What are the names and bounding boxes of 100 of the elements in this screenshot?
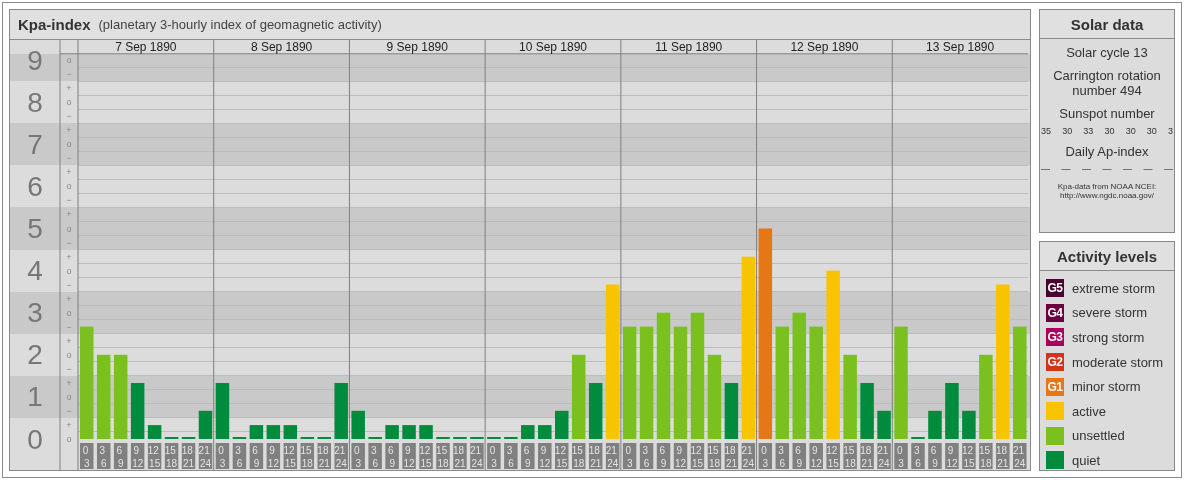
kp-axis-label: 5 — [27, 213, 43, 244]
hour-range-label: 3 6 — [504, 443, 518, 469]
kp-minor-tick-label: − — [66, 153, 72, 164]
hour-range-label: 9 12 — [538, 443, 552, 469]
sunspot-label: Sunspot number — [1059, 106, 1155, 121]
hour-range-label: 0 3 — [487, 443, 501, 469]
hour-range-label: 15 18 — [571, 443, 586, 469]
kp-minor-tick-label: − — [66, 195, 72, 206]
kp-minor-tick-label: + — [66, 419, 72, 430]
level-label: active — [1072, 403, 1106, 419]
ap-index-value: — — [1061, 164, 1071, 174]
hour-range-label: 9 12 — [130, 443, 145, 469]
level-label: severe storm — [1072, 305, 1148, 321]
kp-minor-tick-label: o — [66, 181, 72, 192]
hour-range-label: 15 18 — [978, 443, 993, 469]
level-swatch: G3 — [1046, 328, 1064, 347]
level-label: extreme storm — [1072, 280, 1156, 296]
hour-range-label: 0 3 — [758, 443, 773, 469]
kp-axis-label: 0 — [27, 423, 43, 455]
kp-minor-tick-label: o — [66, 349, 72, 360]
kp-axis-label: 8 — [27, 86, 43, 118]
date-label: 13 Sep 1890 — [926, 40, 995, 54]
hour-range-label: 18 21 — [181, 443, 196, 469]
ap-index-value: — — [1082, 164, 1091, 174]
date-label: 11 Sep 1890 — [655, 40, 723, 54]
hour-range-label: 12 15 — [554, 443, 569, 469]
sunspot-value: 35 — [1041, 126, 1051, 136]
hour-range-label: 21 24 — [1012, 443, 1027, 469]
level-label: minor storm — [1072, 379, 1141, 395]
kp-minor-tick-label: + — [66, 293, 72, 304]
hour-range-label: 12 15 — [962, 443, 976, 469]
kp-minor-tick-label: − — [66, 69, 72, 80]
hour-range-label: 9 12 — [266, 443, 281, 469]
hour-range-label: 0 3 — [351, 443, 365, 469]
hour-range-label: 15 18 — [300, 443, 315, 469]
kp-minor-tick-label: + — [66, 167, 72, 178]
hour-range-label: 15 18 — [164, 443, 179, 469]
level-swatch: G1 — [1046, 377, 1064, 396]
hour-range-label: 21 24 — [877, 443, 891, 469]
hour-range-label: 3 6 — [232, 443, 247, 469]
hour-range-label: 6 9 — [249, 443, 264, 469]
ap-index-value: — — [1102, 164, 1112, 174]
hour-range-label: 18 21 — [724, 443, 739, 469]
kp-minor-tick-label: − — [66, 321, 72, 332]
hour-range-label: 12 15 — [283, 443, 298, 469]
hour-range-label: 15 18 — [843, 443, 857, 469]
solar-cycle-text: Solar cycle 13 — [1066, 45, 1148, 60]
ap-index-label: Daily Ap-index — [1065, 144, 1149, 159]
kp-minor-tick-label: o — [66, 97, 72, 108]
kp-axis-label: 3 — [27, 297, 43, 329]
panel-title: Solar data — [1040, 10, 1174, 39]
hour-range-label: 3 6 — [911, 443, 925, 469]
hour-range-label: 12 15 — [826, 443, 840, 469]
hour-range-label: 21 24 — [741, 443, 756, 469]
sunspot-value: 30 — [1104, 126, 1115, 136]
hour-range-label: 18 21 — [317, 443, 331, 469]
hour-range-label: 6 9 — [656, 443, 671, 469]
hour-range-label: 0 3 — [622, 443, 637, 469]
hour-range-label: 6 9 — [521, 443, 535, 469]
date-label: 12 Sep 1890 — [790, 40, 859, 54]
level-label: unsettled — [1072, 428, 1125, 444]
panel-title: Activity levels — [1040, 242, 1174, 271]
kp-minor-tick-label: − — [66, 405, 72, 416]
kp-axis-label: 4 — [27, 255, 43, 287]
kp-axis-label: 2 — [27, 339, 43, 371]
kp-minor-tick-label: + — [66, 125, 72, 136]
hour-range-label: 3 6 — [775, 443, 790, 469]
hour-range-label: 9 12 — [809, 443, 823, 469]
source-note: Kpa-data from NOAA NCEI: — [1057, 182, 1157, 191]
level-label: moderate storm — [1072, 354, 1164, 370]
kp-minor-tick-label: o — [66, 434, 72, 444]
hour-range-label: 3 6 — [96, 443, 111, 469]
hour-range-label: 6 9 — [385, 443, 399, 469]
panel-title: Kpa-index — [18, 16, 91, 33]
date-label: 7 Sep 1890 — [115, 40, 177, 54]
kp-minor-tick-label: + — [66, 251, 72, 262]
hour-range-label: 21 24 — [470, 443, 484, 469]
sunspot-value: 33 — [1083, 126, 1094, 136]
kp-minor-tick-label: + — [66, 377, 72, 388]
kp-minor-tick-label: − — [66, 363, 72, 374]
kp-minor-tick-label: o — [66, 265, 72, 276]
carrington-rotation-text: Carrington rotation number 494 — [1052, 68, 1162, 98]
hour-range-label: 15 18 — [707, 443, 722, 469]
sunspot-value: 30 — [1146, 126, 1157, 136]
kp-minor-tick-label: − — [66, 111, 72, 122]
hour-range-label: 18 21 — [995, 443, 1010, 469]
hour-range-label: 18 21 — [860, 443, 874, 469]
hour-range-label: 21 24 — [334, 443, 348, 469]
ap-index-value: — — [1164, 164, 1173, 174]
hour-range-label: 0 3 — [894, 443, 908, 469]
kp-minor-tick-label: + — [66, 335, 72, 346]
ap-index-value: — — [1041, 164, 1050, 174]
kp-minor-tick-label: + — [66, 83, 72, 94]
date-label: 8 Sep 1890 — [250, 40, 313, 54]
date-label: 10 Sep 1890 — [518, 40, 588, 54]
hour-range-label: 12 15 — [419, 443, 433, 469]
hour-range-label: 6 9 — [928, 443, 942, 469]
kp-minor-tick-label: + — [66, 209, 72, 220]
kp-axis-label: 6 — [27, 170, 43, 202]
ap-index-value: — — [1123, 164, 1132, 174]
